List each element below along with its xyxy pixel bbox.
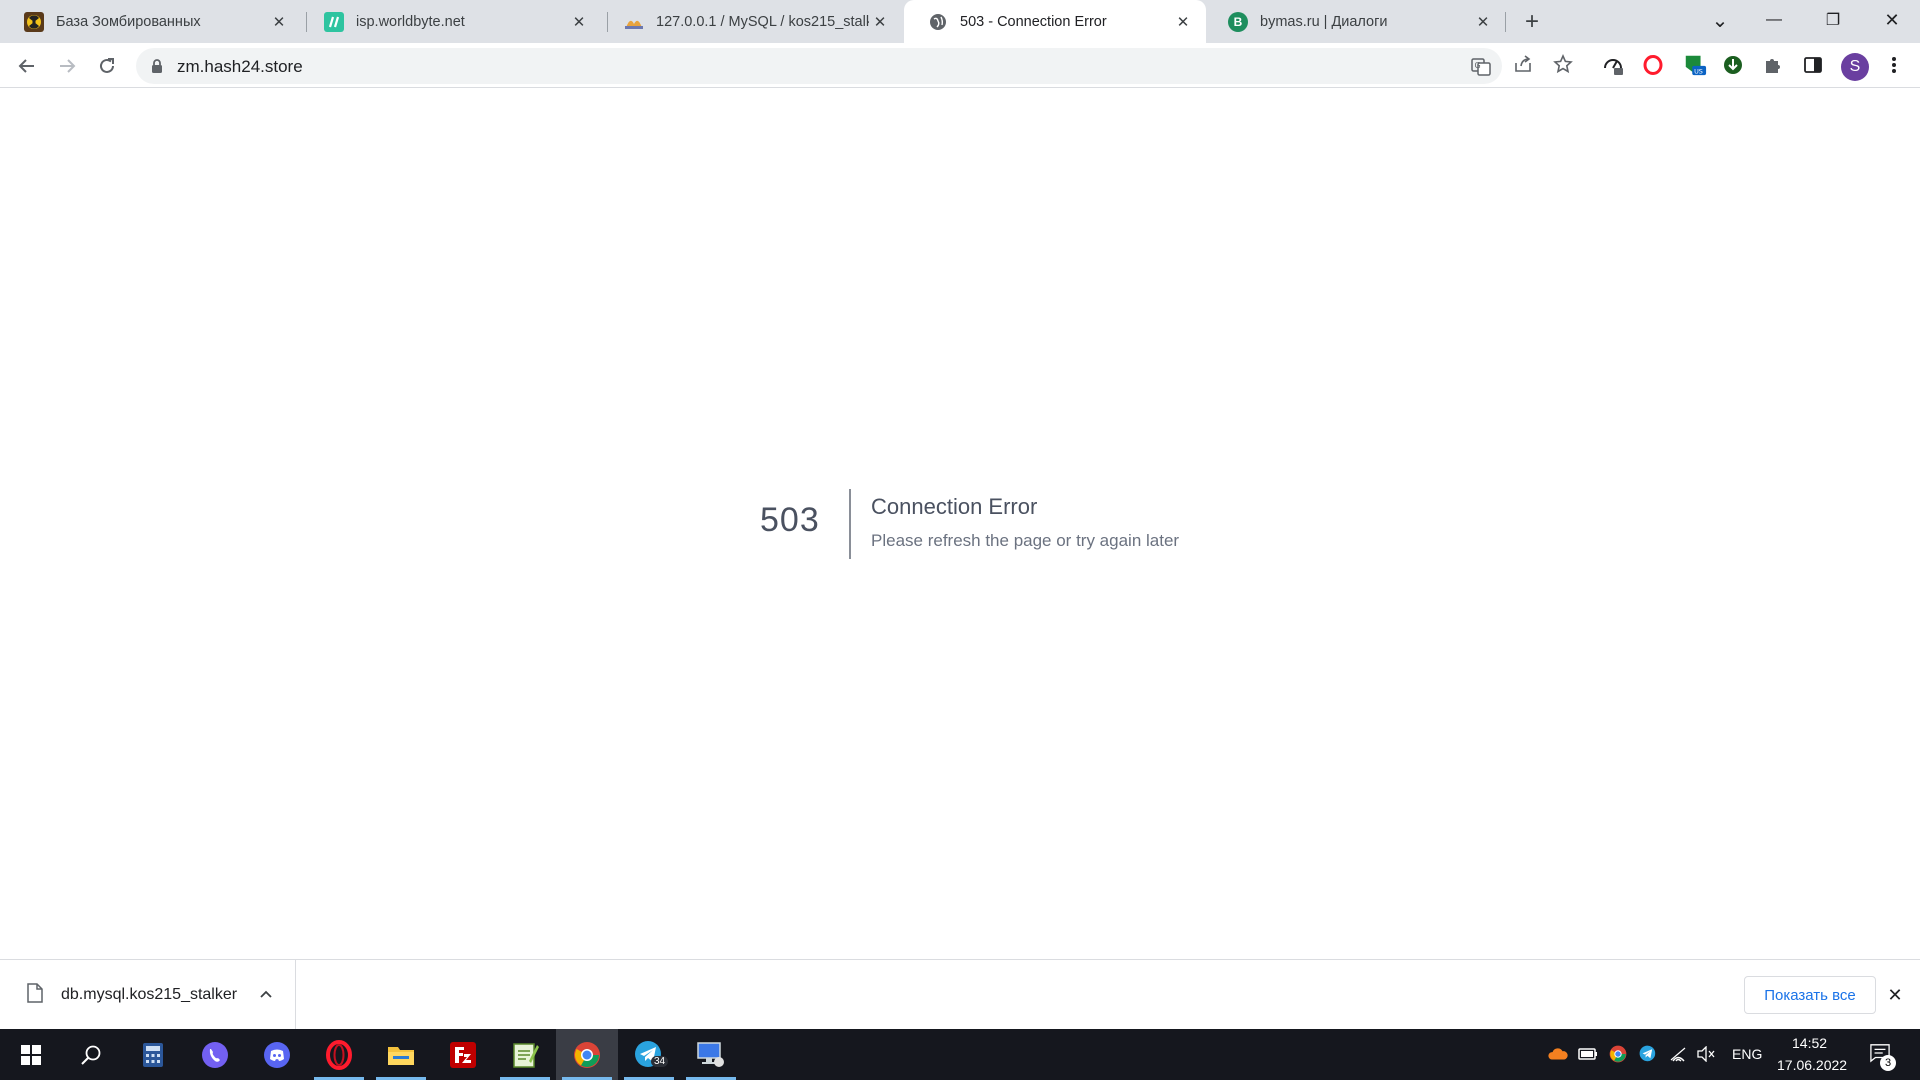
tab-title: 503 - Connection Error: [960, 13, 1107, 30]
wifi-tray-icon[interactable]: [1668, 1044, 1688, 1064]
opera-icon: [326, 1039, 352, 1070]
side-panel-icon[interactable]: [1801, 53, 1825, 77]
chrome-icon: [574, 1041, 600, 1068]
download-extension-icon[interactable]: [1721, 53, 1745, 77]
profile-avatar[interactable]: S: [1841, 53, 1869, 81]
cloud-tray-icon[interactable]: [1548, 1044, 1568, 1064]
restore-button[interactable]: ❐: [1805, 0, 1861, 40]
taskbar-discord[interactable]: [246, 1029, 308, 1080]
chevron-up-icon[interactable]: [256, 984, 276, 1004]
tab-separator: [1505, 12, 1506, 32]
phpmyadmin-icon: [624, 12, 644, 32]
tab-close-icon[interactable]: ✕: [869, 11, 891, 33]
download-item[interactable]: db.mysql.kos215_stalker: [0, 960, 296, 1030]
vpn-extension-icon[interactable]: US: [1683, 53, 1707, 77]
speedometer-extension-icon[interactable]: [1601, 53, 1625, 77]
close-window-button[interactable]: ✕: [1864, 0, 1920, 40]
svg-text:US: US: [1694, 67, 1703, 75]
error-divider: [849, 489, 851, 559]
volume-muted-tray-icon[interactable]: [1696, 1044, 1716, 1064]
error-title: Connection Error: [871, 494, 1038, 519]
more-menu-icon[interactable]: [1882, 53, 1906, 77]
download-bar: db.mysql.kos215_stalker Показать все ✕: [0, 959, 1920, 1030]
language-indicator[interactable]: ENG: [1732, 1046, 1762, 1062]
tab-close-icon[interactable]: ✕: [268, 11, 290, 33]
taskbar-calculator[interactable]: [122, 1029, 184, 1080]
arrow-left-icon: [18, 59, 34, 73]
notification-count-badge: 3: [1880, 1055, 1896, 1071]
viber-icon: [202, 1041, 228, 1068]
browser-toolbar: zm.hash24.store G US S: [0, 43, 1920, 88]
bymas-icon: B: [1228, 11, 1248, 32]
tab-title: bymas.ru | Диалоги: [1260, 13, 1388, 30]
discord-icon: [264, 1041, 290, 1068]
puzzle-extensions-icon[interactable]: [1761, 53, 1785, 77]
search-icon: [81, 1045, 101, 1065]
clock-date[interactable]: 17.06.2022: [1777, 1057, 1847, 1073]
opera-extension-icon[interactable]: [1641, 53, 1665, 77]
file-explorer-icon: [388, 1046, 414, 1065]
tab-isp-worldbyte[interactable]: isp.worldbyte.net ✕: [300, 0, 602, 43]
url-text[interactable]: zm.hash24.store: [177, 57, 303, 77]
taskbar-opera[interactable]: [308, 1029, 370, 1080]
globe-icon: [928, 12, 948, 32]
new-tab-button[interactable]: +: [1518, 8, 1546, 36]
tab-close-icon[interactable]: ✕: [1472, 11, 1494, 33]
taskbar-notepad[interactable]: [494, 1029, 556, 1080]
tab-close-icon[interactable]: ✕: [1172, 11, 1194, 33]
tab-title: isp.worldbyte.net: [356, 13, 465, 30]
start-button[interactable]: [0, 1029, 62, 1080]
show-all-downloads-button[interactable]: Показать все: [1744, 976, 1876, 1014]
clock-time[interactable]: 14:52: [1792, 1035, 1827, 1051]
tab-close-icon[interactable]: ✕: [568, 11, 590, 33]
tab-phpmyadmin[interactable]: 127.0.0.1 / MySQL / kos215_stalker ✕: [600, 0, 903, 43]
page-content: 503 Connection Error Please refresh the …: [0, 89, 1920, 959]
radiation-icon: [24, 11, 44, 32]
taskbar-filezilla[interactable]: [432, 1029, 494, 1080]
tab-bymas-dialogs[interactable]: B bymas.ru | Диалоги ✕: [1204, 0, 1506, 43]
tab-503-connection-error[interactable]: 503 - Connection Error ✕: [904, 0, 1206, 43]
start-icon: [21, 1044, 41, 1065]
notification-center-icon[interactable]: 3: [1870, 1043, 1896, 1071]
reload-icon: [100, 58, 114, 73]
windows-taskbar: 34 ENG 14:52 17.06.2022 3: [0, 1029, 1920, 1080]
browser-window: База Зомбированных ✕ isp.worldbyte.net ✕…: [0, 0, 1920, 1080]
remote-desktop-icon: [697, 1041, 724, 1067]
filezilla-icon: [450, 1041, 476, 1068]
battery-tray-icon[interactable]: [1578, 1044, 1598, 1064]
taskbar-viber[interactable]: [184, 1029, 246, 1080]
svg-text:G: G: [1475, 61, 1481, 70]
arrow-right-icon: [60, 59, 76, 73]
address-bar[interactable]: zm.hash24.store G: [136, 48, 1502, 84]
close-download-bar-icon[interactable]: ✕: [1884, 984, 1906, 1006]
tab-title: База Зомбированных: [56, 13, 201, 30]
telegram-tray-icon[interactable]: [1638, 1044, 1658, 1064]
reload-button[interactable]: [91, 50, 123, 82]
taskbar-file-explorer[interactable]: [370, 1029, 432, 1080]
file-icon: [27, 983, 43, 1003]
minimize-button[interactable]: —: [1746, 0, 1802, 40]
lock-icon[interactable]: [150, 58, 164, 74]
back-button[interactable]: [11, 50, 43, 82]
notepad-icon: [513, 1042, 539, 1068]
isp-icon: [324, 11, 344, 32]
calculator-icon: [143, 1042, 163, 1067]
share-icon[interactable]: [1512, 53, 1534, 75]
error-code: 503: [760, 501, 820, 539]
taskbar-telegram[interactable]: 34: [618, 1029, 680, 1080]
translate-icon[interactable]: G: [1470, 56, 1492, 78]
download-file-name: db.mysql.kos215_stalker: [61, 986, 238, 1003]
tab-search-button[interactable]: ⌄: [1692, 0, 1748, 40]
error-message: Please refresh the page or try again lat…: [871, 531, 1180, 550]
telegram-badge: 34: [651, 1056, 669, 1067]
taskbar-remote-desktop[interactable]: [680, 1029, 742, 1080]
taskbar-search-button[interactable]: [60, 1029, 122, 1080]
taskbar-chrome[interactable]: [556, 1029, 618, 1080]
tab-title: 127.0.0.1 / MySQL / kos215_stalker: [656, 13, 869, 30]
chrome-tray-icon[interactable]: [1608, 1044, 1628, 1064]
tab-baza-zombirovannyh[interactable]: База Зомбированных ✕: [0, 0, 302, 43]
forward-button[interactable]: [51, 50, 83, 82]
bookmark-star-icon[interactable]: [1552, 53, 1574, 75]
tab-strip: База Зомбированных ✕ isp.worldbyte.net ✕…: [0, 0, 1920, 43]
